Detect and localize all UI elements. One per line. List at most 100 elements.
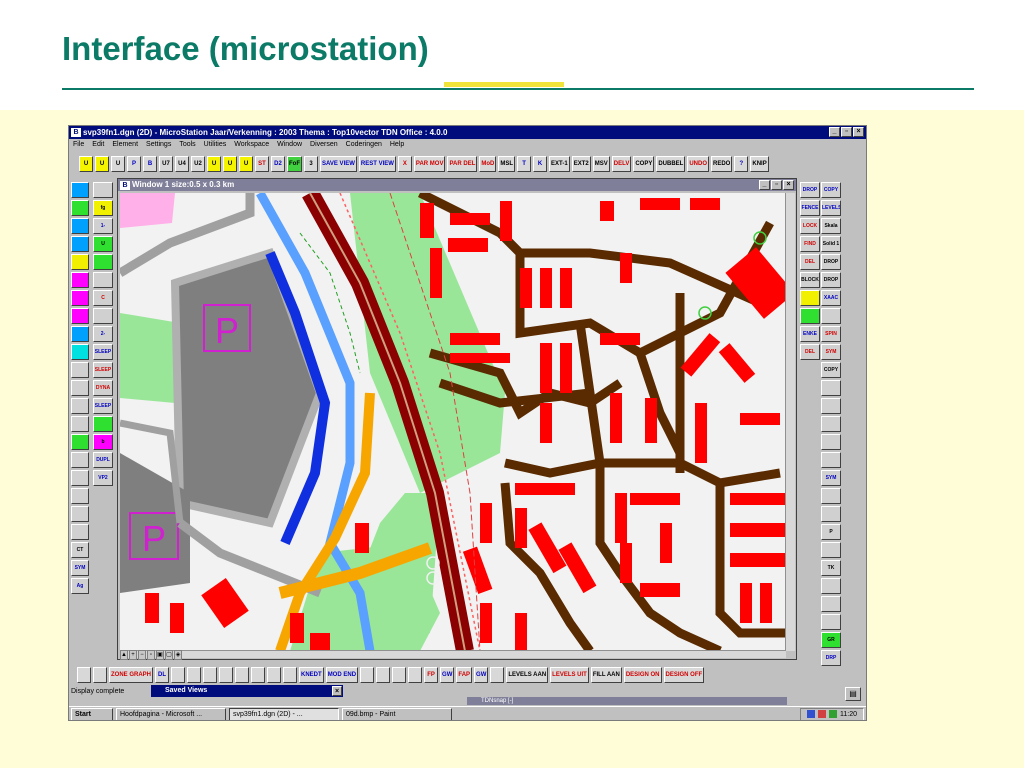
tdn-snap-panel[interactable]: TDNsnap [-]: [467, 697, 787, 705]
left-tool-a-11[interactable]: [71, 380, 89, 396]
right-tool-a-4[interactable]: DEL ERR.: [800, 254, 820, 270]
top-tool-14[interactable]: 3: [304, 156, 318, 172]
right-tool-a-0[interactable]: DROP FENCE: [800, 182, 820, 198]
left-tool-a-7[interactable]: [71, 308, 89, 324]
bottom-tool-0[interactable]: [77, 667, 91, 683]
top-tool-10[interactable]: U: [239, 156, 253, 172]
top-tool-18[interactable]: PAR MOV: [413, 156, 446, 172]
left-tool-b-1[interactable]: fg: [93, 200, 113, 216]
top-tool-12[interactable]: D2: [271, 156, 285, 172]
left-tool-b-16[interactable]: VP2: [93, 470, 113, 486]
bottom-tool-17[interactable]: [408, 667, 423, 683]
left-tool-a-1[interactable]: [71, 200, 89, 216]
bottom-tool-24[interactable]: LEVELS UIT: [550, 667, 589, 683]
task-microstation[interactable]: svp39fn1.dgn (2D) - ...: [229, 708, 339, 720]
right-tool-a-6[interactable]: [800, 290, 820, 306]
top-tool-20[interactable]: MoD: [479, 156, 497, 172]
menu-window[interactable]: Window: [277, 139, 302, 151]
top-tool-19[interactable]: PAR DEL: [447, 156, 478, 172]
minimize-button[interactable]: _: [829, 127, 840, 137]
top-tool-22[interactable]: T: [517, 156, 532, 172]
right-tool-b-8[interactable]: SPIN: [821, 326, 841, 342]
map-restore-button[interactable]: ▫: [771, 180, 782, 190]
tray-network-icon[interactable]: [807, 710, 815, 718]
top-tool-25[interactable]: EXT2: [571, 156, 591, 172]
top-tool-28[interactable]: COPY: [633, 156, 655, 172]
right-tool-b-6[interactable]: XAAC: [821, 290, 841, 306]
left-tool-b-13[interactable]: [93, 416, 113, 432]
bottom-tool-1[interactable]: [93, 667, 107, 683]
right-tool-b-25[interactable]: GR: [821, 632, 841, 648]
right-tool-b-13[interactable]: [821, 416, 841, 432]
right-tool-a-1[interactable]: FENCE: [800, 200, 820, 216]
menu-diversen[interactable]: Diversen: [310, 139, 338, 151]
right-tool-b-10[interactable]: COPY SPIN: [821, 362, 841, 378]
left-tool-a-19[interactable]: [71, 524, 89, 540]
map-minimize-button[interactable]: _: [759, 180, 770, 190]
left-tool-b-15[interactable]: DUPL: [93, 452, 113, 468]
left-tool-a-20[interactable]: CT: [71, 542, 89, 558]
left-tool-b-14[interactable]: b: [93, 434, 113, 450]
print-icon[interactable]: ▤: [845, 687, 861, 701]
view-minus-icon[interactable]: −: [138, 650, 146, 660]
left-tool-b-7[interactable]: [93, 308, 113, 324]
vertical-scrollbar[interactable]: [785, 193, 795, 651]
left-tool-a-21[interactable]: SYM: [71, 560, 89, 576]
left-tool-a-22[interactable]: Ag: [71, 578, 89, 594]
view-zoom-icon[interactable]: ▫: [147, 650, 155, 660]
left-tool-a-14[interactable]: [71, 434, 89, 450]
top-tool-23[interactable]: K: [533, 156, 548, 172]
bottom-tool-19[interactable]: GW: [440, 667, 455, 683]
bottom-tool-8[interactable]: [235, 667, 250, 683]
left-tool-b-11[interactable]: DYNA: [93, 380, 113, 396]
top-tool-5[interactable]: U7: [159, 156, 173, 172]
right-tool-b-12[interactable]: [821, 398, 841, 414]
top-tool-6[interactable]: U4: [175, 156, 189, 172]
right-tool-b-20[interactable]: [821, 542, 841, 558]
left-tool-b-6[interactable]: C: [93, 290, 113, 306]
view-window-icon-btn[interactable]: ▢: [165, 650, 173, 660]
top-tool-0[interactable]: U: [79, 156, 93, 172]
view-fit-icon[interactable]: ▣: [156, 650, 164, 660]
right-tool-a-9[interactable]: DEL FENCE: [800, 344, 820, 360]
bottom-tool-10[interactable]: [267, 667, 282, 683]
top-tool-16[interactable]: REST VIEW: [358, 156, 396, 172]
saved-views-close-button[interactable]: ×: [332, 686, 342, 696]
left-tool-a-0[interactable]: [71, 182, 89, 198]
top-tool-24[interactable]: EXT-1: [549, 156, 570, 172]
bottom-tool-25[interactable]: FILL AAN: [590, 667, 622, 683]
right-tool-b-24[interactable]: [821, 614, 841, 630]
right-tool-b-16[interactable]: SYM: [821, 470, 841, 486]
left-tool-b-3[interactable]: U: [93, 236, 113, 252]
menu-coderingen[interactable]: Coderingen: [346, 139, 382, 151]
left-tool-a-8[interactable]: [71, 326, 89, 342]
right-tool-a-5[interactable]: BLOCK: [800, 272, 820, 288]
left-tool-a-16[interactable]: [71, 470, 89, 486]
bottom-tool-18[interactable]: FP: [424, 667, 439, 683]
bottom-tool-7[interactable]: [219, 667, 234, 683]
left-tool-b-0[interactable]: [93, 182, 113, 198]
top-tool-15[interactable]: SAVE VIEW: [320, 156, 357, 172]
close-button[interactable]: ×: [853, 127, 864, 137]
top-tool-8[interactable]: U: [207, 156, 221, 172]
left-tool-b-4[interactable]: [93, 254, 113, 270]
top-tool-29[interactable]: DUBBEL: [656, 156, 686, 172]
right-tool-b-15[interactable]: [821, 452, 841, 468]
top-tool-26[interactable]: MSV: [592, 156, 610, 172]
right-tool-b-22[interactable]: [821, 578, 841, 594]
right-tool-b-18[interactable]: [821, 506, 841, 522]
task-paint[interactable]: 09d.bmp - Paint: [342, 708, 452, 720]
start-button[interactable]: Start: [71, 708, 113, 720]
bottom-tool-12[interactable]: KNEDT: [299, 667, 324, 683]
bottom-tool-4[interactable]: [171, 667, 186, 683]
right-tool-b-4[interactable]: DROP: [821, 254, 841, 270]
top-tool-30[interactable]: UNDO: [687, 156, 710, 172]
left-tool-a-6[interactable]: [71, 290, 89, 306]
menu-tools[interactable]: Tools: [179, 139, 195, 151]
right-tool-a-8[interactable]: ENKE FENCE: [800, 326, 820, 342]
menu-file[interactable]: File: [73, 139, 84, 151]
top-tool-31[interactable]: REDO: [711, 156, 733, 172]
map-close-button[interactable]: ×: [783, 180, 794, 190]
view-up-icon[interactable]: ▲: [120, 650, 128, 660]
left-tool-b-9[interactable]: SLEEP: [93, 344, 113, 360]
